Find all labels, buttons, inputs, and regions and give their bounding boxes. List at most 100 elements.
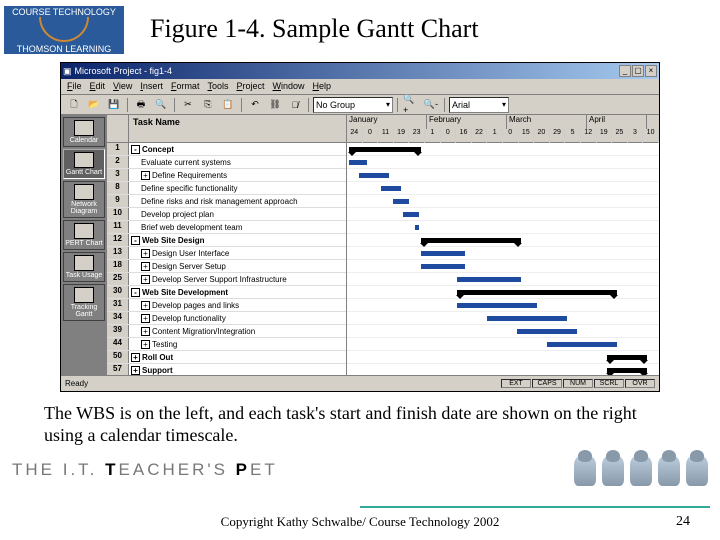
row-number[interactable]: 34 bbox=[107, 312, 129, 324]
open-file-icon[interactable]: 📂 bbox=[85, 97, 103, 113]
row-number[interactable]: 44 bbox=[107, 338, 129, 350]
menu-help[interactable]: Help bbox=[313, 81, 332, 92]
row-number[interactable]: 3 bbox=[107, 169, 129, 181]
row-number[interactable]: 2 bbox=[107, 156, 129, 168]
expand-icon[interactable]: + bbox=[141, 262, 150, 271]
cut-icon[interactable]: ✂ bbox=[179, 97, 197, 113]
task-bar[interactable] bbox=[349, 160, 367, 165]
row-number[interactable]: 31 bbox=[107, 299, 129, 311]
task-bar[interactable] bbox=[359, 173, 389, 178]
task-bar[interactable] bbox=[421, 264, 465, 269]
task-bar[interactable] bbox=[403, 212, 419, 217]
row-number[interactable]: 11 bbox=[107, 221, 129, 233]
summary-bar[interactable] bbox=[421, 238, 521, 243]
menu-format[interactable]: Format bbox=[171, 81, 200, 92]
menu-insert[interactable]: Insert bbox=[140, 81, 163, 92]
select-all-corner[interactable] bbox=[107, 115, 129, 142]
expand-icon[interactable]: + bbox=[141, 314, 150, 323]
menu-view[interactable]: View bbox=[113, 81, 132, 92]
expand-icon[interactable]: + bbox=[141, 340, 150, 349]
task-row[interactable]: 34+Develop functionality bbox=[107, 312, 346, 325]
task-row[interactable]: 39+Content Migration/Integration bbox=[107, 325, 346, 338]
close-button[interactable]: × bbox=[645, 65, 657, 77]
summary-bar[interactable] bbox=[349, 147, 421, 152]
viewbar-task-usage[interactable]: Task Usage bbox=[63, 252, 105, 282]
row-number[interactable]: 25 bbox=[107, 273, 129, 285]
task-row[interactable]: 31+Develop pages and links bbox=[107, 299, 346, 312]
font-combo[interactable]: Arial bbox=[449, 97, 509, 113]
link-icon[interactable]: ⛓ bbox=[266, 97, 284, 113]
task-row[interactable]: 11Brief web development team bbox=[107, 221, 346, 234]
row-number[interactable]: 18 bbox=[107, 260, 129, 272]
task-row[interactable]: 30-Web Site Development bbox=[107, 286, 346, 299]
row-number[interactable]: 9 bbox=[107, 195, 129, 207]
summary-bar[interactable] bbox=[607, 368, 647, 373]
expand-icon[interactable]: + bbox=[141, 249, 150, 258]
paste-icon[interactable]: 📋 bbox=[219, 97, 237, 113]
task-row[interactable]: 12-Web Site Design bbox=[107, 234, 346, 247]
expand-icon[interactable]: + bbox=[141, 301, 150, 310]
expand-icon[interactable]: + bbox=[131, 353, 140, 362]
row-number[interactable]: 8 bbox=[107, 182, 129, 194]
task-bar[interactable] bbox=[381, 186, 401, 191]
task-row[interactable]: 50+Roll Out bbox=[107, 351, 346, 364]
group-combo[interactable]: No Group bbox=[313, 97, 393, 113]
expand-icon[interactable]: + bbox=[141, 327, 150, 336]
expand-icon[interactable]: - bbox=[131, 288, 140, 297]
row-number[interactable]: 13 bbox=[107, 247, 129, 259]
viewbar-tracking-gantt[interactable]: Tracking Gantt bbox=[63, 284, 105, 321]
summary-bar[interactable] bbox=[607, 355, 647, 360]
expand-icon[interactable]: - bbox=[131, 145, 140, 154]
task-bar[interactable] bbox=[415, 225, 419, 230]
row-number[interactable]: 39 bbox=[107, 325, 129, 337]
preview-icon[interactable]: 🔍 bbox=[152, 97, 170, 113]
print-icon[interactable]: 🖶 bbox=[132, 97, 150, 113]
zoom-out-icon[interactable]: 🔍- bbox=[422, 97, 440, 113]
menu-file[interactable]: File bbox=[67, 81, 82, 92]
task-bar[interactable] bbox=[393, 199, 409, 204]
expand-icon[interactable]: + bbox=[141, 275, 150, 284]
task-row[interactable]: 13+Design User Interface bbox=[107, 247, 346, 260]
task-bar[interactable] bbox=[457, 277, 521, 282]
task-row[interactable]: 18+Design Server Setup bbox=[107, 260, 346, 273]
menu-edit[interactable]: Edit bbox=[90, 81, 106, 92]
expand-icon[interactable]: - bbox=[131, 236, 140, 245]
task-row[interactable]: 3+Define Requirements bbox=[107, 169, 346, 182]
task-bar[interactable] bbox=[421, 251, 465, 256]
task-bar[interactable] bbox=[487, 316, 567, 321]
menu-tools[interactable]: Tools bbox=[207, 81, 228, 92]
zoom-in-icon[interactable]: 🔍+ bbox=[402, 97, 420, 113]
row-number[interactable]: 12 bbox=[107, 234, 129, 246]
expand-icon[interactable]: + bbox=[141, 171, 150, 180]
task-row[interactable]: 9Define risks and risk management approa… bbox=[107, 195, 346, 208]
save-icon[interactable]: 💾 bbox=[105, 97, 123, 113]
new-file-icon[interactable]: 🗋 bbox=[65, 97, 83, 113]
task-row[interactable]: 44+Testing bbox=[107, 338, 346, 351]
unlink-icon[interactable]: ⛓̸ bbox=[286, 97, 304, 113]
copy-icon[interactable]: ⎘ bbox=[199, 97, 217, 113]
row-number[interactable]: 57 bbox=[107, 364, 129, 375]
task-bar[interactable] bbox=[457, 303, 537, 308]
summary-bar[interactable] bbox=[457, 290, 617, 295]
task-row[interactable]: 1-Concept bbox=[107, 143, 346, 156]
undo-icon[interactable]: ↶ bbox=[246, 97, 264, 113]
task-row[interactable]: 57+Support bbox=[107, 364, 346, 375]
menu-project[interactable]: Project bbox=[236, 81, 264, 92]
row-number[interactable]: 30 bbox=[107, 286, 129, 298]
task-row[interactable]: 2Evaluate current systems bbox=[107, 156, 346, 169]
viewbar-calendar[interactable]: Calendar bbox=[63, 117, 105, 147]
viewbar-network-diagram[interactable]: Network Diagram bbox=[63, 181, 105, 218]
task-bar[interactable] bbox=[547, 342, 617, 347]
task-name-header[interactable]: Task Name bbox=[129, 115, 346, 142]
task-row[interactable]: 10Develop project plan bbox=[107, 208, 346, 221]
row-number[interactable]: 10 bbox=[107, 208, 129, 220]
task-bar[interactable] bbox=[517, 329, 577, 334]
row-number[interactable]: 1 bbox=[107, 143, 129, 155]
viewbar-gantt-chart[interactable]: Gantt Chart bbox=[63, 149, 105, 179]
expand-icon[interactable]: + bbox=[131, 366, 140, 375]
menu-window[interactable]: Window bbox=[273, 81, 305, 92]
viewbar-pert-chart[interactable]: PERT Chart bbox=[63, 220, 105, 250]
row-number[interactable]: 50 bbox=[107, 351, 129, 363]
maximize-button[interactable]: ▢ bbox=[632, 65, 644, 77]
minimize-button[interactable]: _ bbox=[619, 65, 631, 77]
